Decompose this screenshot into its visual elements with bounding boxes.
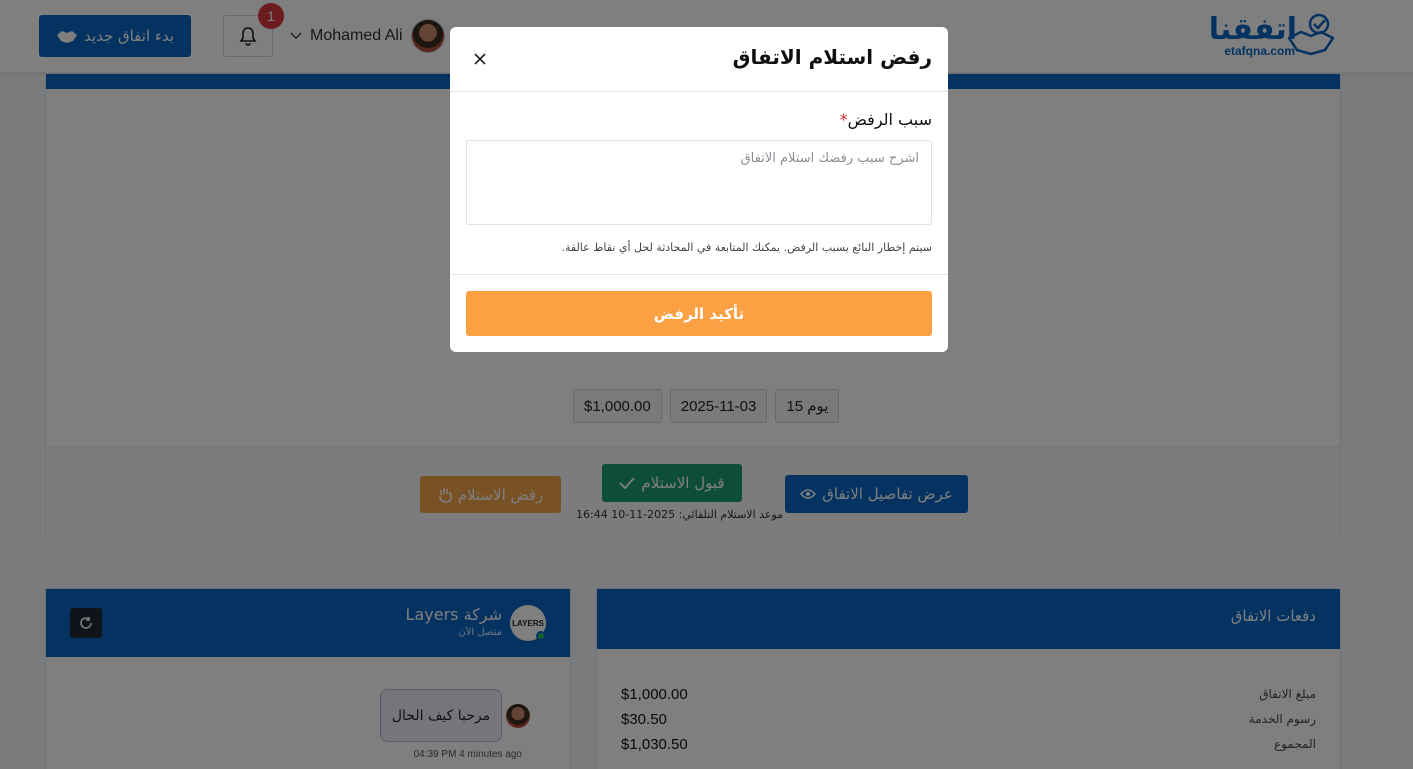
close-icon	[474, 53, 486, 65]
reject-receipt-modal: رفض استلام الاتفاق سبب الرفض* سيتم إخطار…	[450, 27, 948, 352]
modal-divider	[450, 274, 948, 275]
modal-header: رفض استلام الاتفاق	[450, 27, 948, 92]
required-asterisk: *	[839, 110, 848, 129]
reject-reason-input[interactable]	[466, 140, 932, 225]
modal-title: رفض استلام الاتفاق	[732, 45, 932, 69]
reject-hint-text: سيتم إخطار البائع بسبب الرفض. يمكنك المت…	[561, 241, 933, 254]
confirm-reject-button[interactable]: تأكيد الرفض	[466, 291, 932, 336]
close-modal-button[interactable]	[468, 47, 492, 71]
reject-reason-label-text: سبب الرفض	[847, 110, 932, 129]
reject-reason-label: سبب الرفض*	[840, 110, 932, 129]
